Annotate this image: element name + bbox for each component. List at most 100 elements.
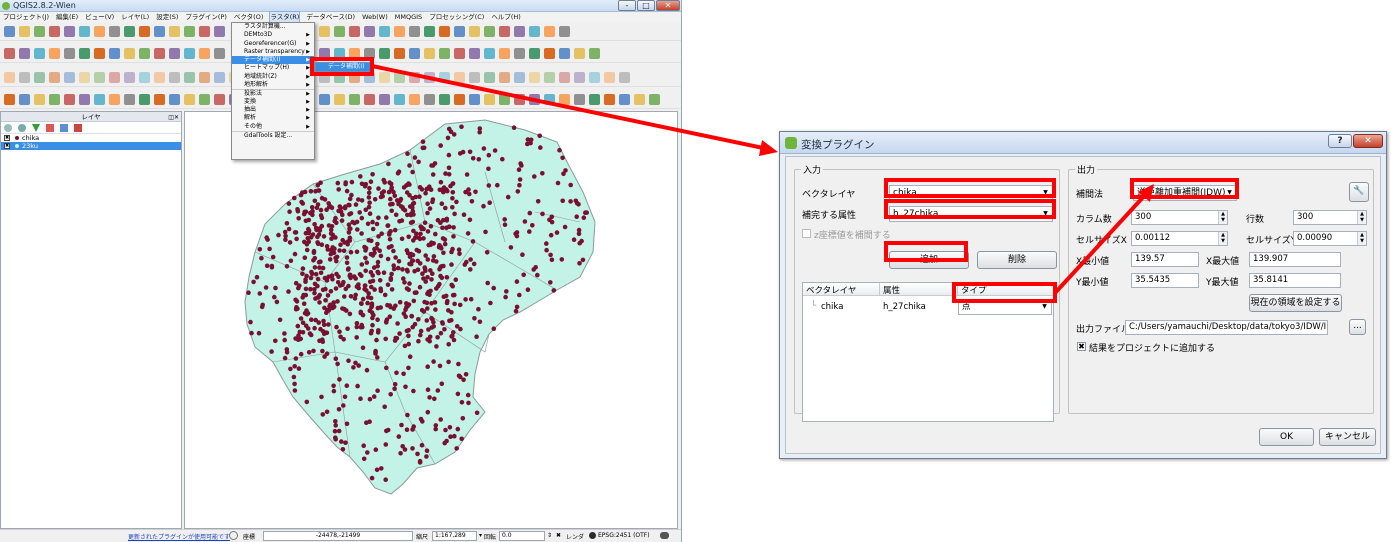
coordinate-field[interactable]: -24478,-21499 <box>263 531 413 541</box>
minimize-button[interactable]: - <box>618 0 636 11</box>
help-button[interactable]: ? <box>1328 134 1352 148</box>
crs-status[interactable]: EPSG:2451 (OTF) <box>598 532 650 539</box>
ok-button[interactable]: OK <box>1259 428 1314 446</box>
menu-10[interactable]: MMQGIS <box>395 12 422 22</box>
toolbar-tool-icon[interactable] <box>169 72 180 83</box>
menu-0[interactable]: プロジェクト(J) <box>3 12 49 22</box>
toolbar-tool-icon[interactable] <box>79 26 90 37</box>
menu-7[interactable]: ラスタ(R) <box>269 11 301 23</box>
raster-menu-item-9[interactable]: 変換 ▶ <box>232 98 314 106</box>
messages-icon[interactable] <box>229 531 238 540</box>
toolbar-tool-icon[interactable] <box>169 94 180 105</box>
layer-visibility-checkbox[interactable]: ✖ <box>4 143 10 149</box>
toolbar-tool-icon[interactable] <box>64 48 75 59</box>
toolbar-tool-icon[interactable] <box>319 94 330 105</box>
toolbar-tool-icon[interactable] <box>184 48 195 59</box>
layer-item-23ku[interactable]: ✖ 23ku <box>1 142 181 150</box>
toolbar-tool-icon[interactable] <box>409 26 420 37</box>
toolbar-tool-icon[interactable] <box>214 94 225 105</box>
toolbar-tool-icon[interactable] <box>49 94 60 105</box>
toolbar-tool-icon[interactable] <box>514 26 525 37</box>
rotation-field[interactable]: 0.0 <box>499 531 545 541</box>
toolbar-tool-icon[interactable] <box>199 72 210 83</box>
toolbar-tool-icon[interactable] <box>184 72 195 83</box>
menu-4[interactable]: 設定(S) <box>156 12 178 22</box>
toolbar-tool-icon[interactable] <box>409 48 420 59</box>
toolbar-tool-icon[interactable] <box>124 26 135 37</box>
toolbar-tool-icon[interactable] <box>124 94 135 105</box>
toolbar-tool-icon[interactable] <box>484 26 495 37</box>
toolbar-tool-icon[interactable] <box>34 48 45 59</box>
toolbar-tool-icon[interactable] <box>394 26 405 37</box>
toolbar-tool-icon[interactable] <box>94 26 105 37</box>
toolbar-tool-icon[interactable] <box>109 72 120 83</box>
toolbar-tool-icon[interactable] <box>529 48 540 59</box>
toolbar-tool-icon[interactable] <box>139 94 150 105</box>
menu-9[interactable]: Web(W) <box>362 12 388 22</box>
toolbar-tool-icon[interactable] <box>124 48 135 59</box>
layer-visibility-checkbox[interactable]: ✖ <box>4 135 10 141</box>
toolbar-tool-icon[interactable] <box>79 94 90 105</box>
browse-button[interactable]: ... <box>1349 319 1366 335</box>
scale-field[interactable]: 1:167,289 <box>432 531 477 541</box>
collapse-all-icon[interactable] <box>74 124 82 132</box>
toolbar-tool-icon[interactable] <box>154 94 165 105</box>
toolbar-tool-icon[interactable] <box>49 72 60 83</box>
toolbar-tool-icon[interactable] <box>79 72 90 83</box>
toolbar-tool-icon[interactable] <box>139 26 150 37</box>
menu-5[interactable]: プラグイン(P) <box>185 12 227 22</box>
output-file-field[interactable]: C:/Users/yamauchi/Desktop/data/tokyo3/ID… <box>1125 320 1328 335</box>
add-group-icon[interactable] <box>18 124 26 132</box>
toolbar-tool-icon[interactable] <box>439 26 450 37</box>
toolbar-tool-icon[interactable] <box>154 72 165 83</box>
plugin-update-link[interactable]: 更新されたプラグインが使用可能です <box>128 532 230 541</box>
toolbar-tool-icon[interactable] <box>319 26 330 37</box>
toolbar-tool-icon[interactable] <box>184 26 195 37</box>
raster-menu-item-0[interactable]: ラスタ計算機... <box>232 23 314 31</box>
toolbar-tool-icon[interactable] <box>94 48 105 59</box>
menu-1[interactable]: 編集(E) <box>56 12 78 22</box>
crs-globe-icon[interactable] <box>589 532 596 539</box>
toolbar-tool-icon[interactable] <box>439 48 450 59</box>
toolbar-tool-icon[interactable] <box>199 48 210 59</box>
toolbar-tool-icon[interactable] <box>124 72 135 83</box>
toolbar-tool-icon[interactable] <box>499 26 510 37</box>
cancel-button[interactable]: キャンセル <box>1319 428 1376 446</box>
dialog-close-button[interactable]: ✕ <box>1353 134 1383 148</box>
toolbar-tool-icon[interactable] <box>199 26 210 37</box>
toolbar-tool-icon[interactable] <box>19 48 30 59</box>
toolbar-tool-icon[interactable] <box>19 26 30 37</box>
toolbar-tool-icon[interactable] <box>94 72 105 83</box>
toolbar-tool-icon[interactable] <box>349 94 360 105</box>
raster-menu-item-8[interactable]: 投影法 ▶ <box>232 89 314 97</box>
toolbar-tool-icon[interactable] <box>19 94 30 105</box>
toolbar-tool-icon[interactable] <box>364 26 375 37</box>
spin-arrows-icon[interactable]: ▲ ▼ <box>1218 211 1227 224</box>
toolbar-tool-icon[interactable] <box>49 48 60 59</box>
toolbar-tool-icon[interactable] <box>214 72 225 83</box>
toolbar-tool-icon[interactable] <box>49 26 60 37</box>
rotation-spin-icon[interactable]: ⇕ <box>547 532 552 539</box>
menu-2[interactable]: ビュー(V) <box>85 12 114 22</box>
raster-menu-item-1[interactable]: DEMto3D ▶ <box>232 31 314 39</box>
spin-arrows-icon[interactable]: ▲ ▼ <box>1218 232 1227 245</box>
toolbar-tool-icon[interactable] <box>4 72 15 83</box>
toolbar-tool-icon[interactable] <box>484 48 495 59</box>
raster-menu-item-5[interactable]: ヒートマップ(H) ▶ <box>232 64 314 72</box>
raster-menu-item-12[interactable]: その他 ▶ <box>232 123 314 131</box>
toolbar-tool-icon[interactable] <box>109 26 120 37</box>
toolbar-tool-icon[interactable] <box>454 26 465 37</box>
expand-all-icon[interactable] <box>60 124 68 132</box>
toolbar-tool-icon[interactable] <box>4 48 15 59</box>
toolbar-tool-icon[interactable] <box>64 94 75 105</box>
toolbar-tool-icon[interactable] <box>79 48 90 59</box>
toolbar-tool-icon[interactable] <box>214 26 225 37</box>
toolbar-tool-icon[interactable] <box>169 26 180 37</box>
toolbar-tool-icon[interactable] <box>529 26 540 37</box>
toolbar-tool-icon[interactable] <box>574 48 585 59</box>
raster-menu-item-11[interactable]: 解析 ▶ <box>232 114 314 122</box>
toolbar-tool-icon[interactable] <box>379 48 390 59</box>
toolbar-tool-icon[interactable] <box>424 26 435 37</box>
toolbar-tool-icon[interactable] <box>454 48 465 59</box>
toolbar-tool-icon[interactable] <box>199 94 210 105</box>
